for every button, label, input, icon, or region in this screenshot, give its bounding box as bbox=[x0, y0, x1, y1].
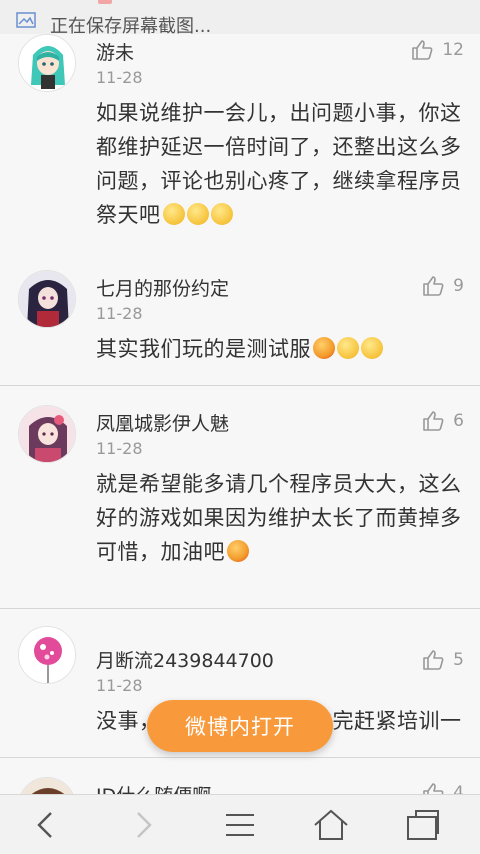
comment-date: 11-28 bbox=[96, 68, 143, 87]
comment-text: 就是希望能多请几个程序员大大，这么好的游戏如果因为维护太长了而黄掉多可惜，加油吧 bbox=[96, 467, 462, 569]
like-count: 9 bbox=[453, 276, 464, 296]
like-count: 5 bbox=[453, 650, 464, 670]
sweat-smile-emoji bbox=[210, 203, 233, 225]
like-button[interactable]: 6 bbox=[421, 409, 464, 433]
thumbs-up-icon bbox=[423, 650, 444, 670]
like-button[interactable]: 5 bbox=[421, 648, 464, 672]
like-count: 6 bbox=[453, 411, 464, 431]
comment-item: ID什么随便啊 4 bbox=[0, 759, 480, 794]
comment-text: 其实我们玩的是测试服 bbox=[96, 332, 462, 366]
comment-username[interactable]: 七月的那份约定 bbox=[96, 274, 229, 301]
status-bar: 正在保存屏幕截图... bbox=[0, 0, 480, 34]
comment-body: 其实我们玩的是测试服 bbox=[96, 337, 311, 361]
home-icon bbox=[314, 809, 348, 840]
grimace-emoji bbox=[337, 337, 359, 359]
avatar[interactable] bbox=[18, 270, 76, 328]
tabs-button[interactable] bbox=[392, 795, 452, 854]
tabs-icon bbox=[407, 810, 439, 840]
comment-username[interactable]: ID什么随便啊 bbox=[96, 781, 211, 794]
comment-body: 如果说维护一会儿，出问题小事，你这都维护延迟一倍时间了，还整出这么多问题，评论也… bbox=[96, 101, 462, 227]
comment-date: 11-28 bbox=[96, 439, 143, 458]
menu-icon bbox=[226, 814, 254, 836]
comment-item: 游未 11-28 12 如果说维护一会儿，出问题小事，你这都维护延迟一倍时间了，… bbox=[0, 34, 480, 252]
thumbs-up-icon bbox=[423, 276, 444, 296]
like-button[interactable]: 4 bbox=[421, 781, 464, 794]
kiss-emoji bbox=[227, 540, 249, 562]
comment-body: 就是希望能多请几个程序员大大，这么好的游戏如果因为维护太长了而黄掉多可惜，加油吧 bbox=[96, 472, 462, 564]
open-in-weibo-button[interactable]: 微博内打开 bbox=[147, 700, 333, 752]
thumbs-up-icon bbox=[423, 783, 444, 794]
sweat-smile-emoji bbox=[162, 203, 185, 225]
menu-button[interactable] bbox=[210, 795, 270, 854]
comment-item: 七月的那份约定 11-28 9 其实我们玩的是测试服 bbox=[0, 252, 480, 386]
status-text: 正在保存屏幕截图... bbox=[50, 16, 212, 34]
comment-username[interactable]: 游未 bbox=[96, 38, 134, 65]
notification-indicator bbox=[98, 0, 112, 4]
like-button[interactable]: 9 bbox=[421, 274, 464, 298]
sweat-smile-emoji bbox=[186, 203, 209, 225]
comment-text: 如果说维护一会儿，出问题小事，你这都维护延迟一倍时间了，还整出这么多问题，评论也… bbox=[96, 96, 462, 232]
like-button[interactable]: 12 bbox=[410, 38, 464, 62]
avatar[interactable] bbox=[18, 405, 76, 463]
thumbs-up-icon bbox=[423, 411, 444, 431]
screenshot-icon bbox=[16, 12, 36, 28]
tongue-emoji bbox=[313, 337, 335, 359]
grimace-emoji bbox=[361, 337, 383, 359]
comment-item: 凤凰城影伊人魅 11-28 6 就是希望能多请几个程序员大大，这么好的游戏如果因… bbox=[0, 387, 480, 609]
avatar[interactable] bbox=[18, 626, 76, 684]
avatar[interactable] bbox=[18, 777, 76, 794]
back-icon bbox=[37, 812, 52, 838]
comment-username[interactable]: 凤凰城影伊人魅 bbox=[96, 409, 229, 436]
comment-username[interactable]: 月断流2439844700 bbox=[96, 646, 274, 673]
like-count: 12 bbox=[442, 40, 464, 60]
thumbs-up-icon bbox=[412, 40, 433, 60]
comment-date: 11-28 bbox=[96, 304, 143, 323]
home-button[interactable] bbox=[301, 795, 361, 854]
back-button[interactable] bbox=[16, 795, 76, 854]
avatar[interactable] bbox=[18, 34, 76, 92]
comment-date: 11-28 bbox=[96, 676, 143, 695]
forward-icon bbox=[137, 812, 152, 838]
bottom-navigation-bar bbox=[0, 794, 480, 854]
like-count: 4 bbox=[453, 783, 464, 794]
forward-button[interactable] bbox=[113, 795, 173, 854]
comment-feed[interactable]: 游未 11-28 12 如果说维护一会儿，出问题小事，你这都维护延迟一倍时间了，… bbox=[0, 34, 480, 794]
